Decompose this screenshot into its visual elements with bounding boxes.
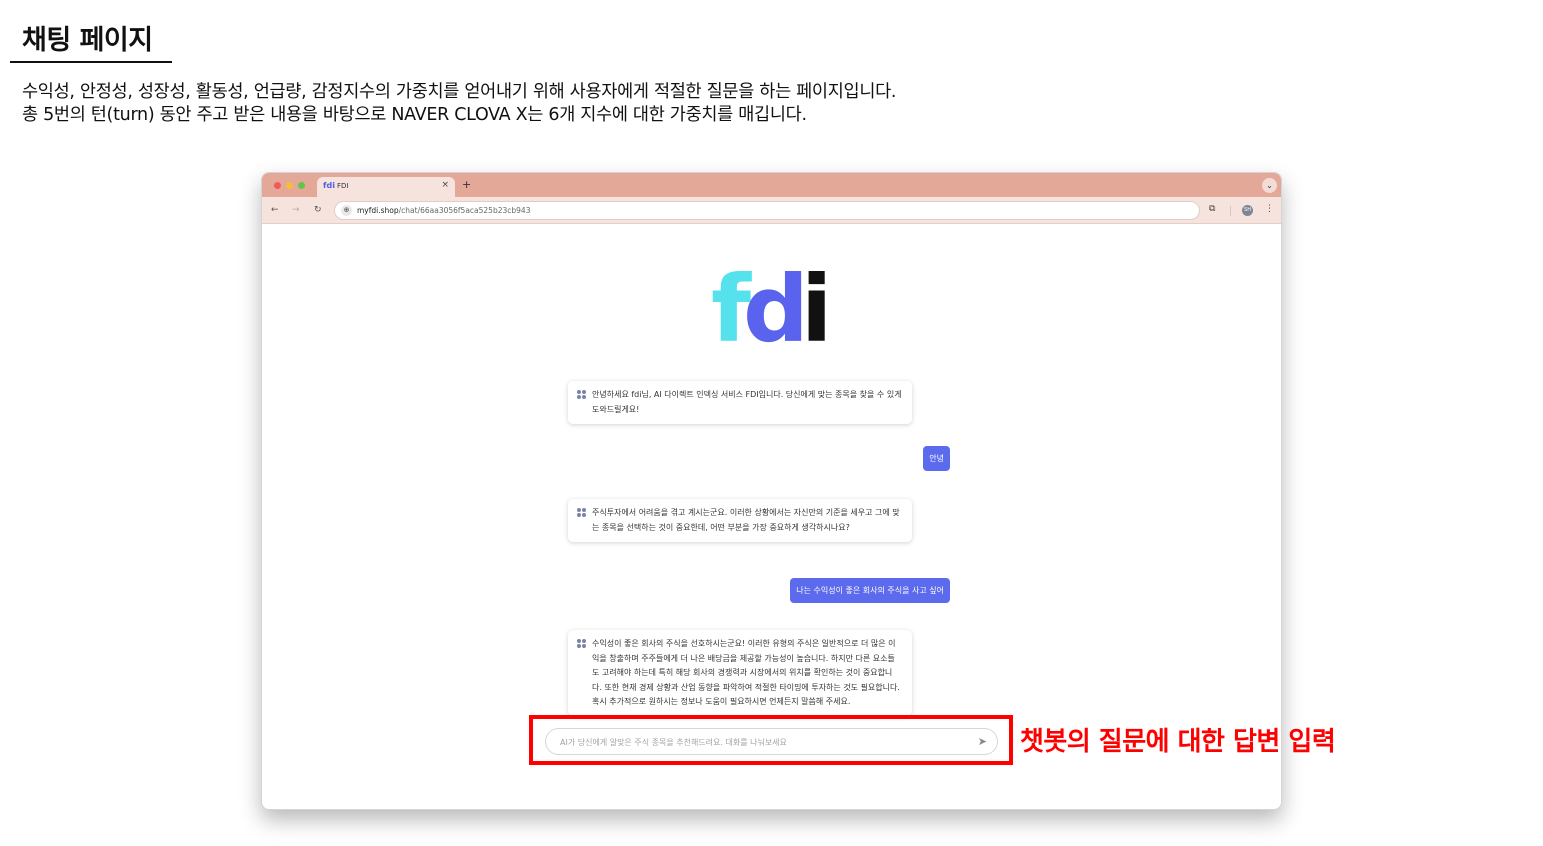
bot-message-text: 주식투자에서 어려움을 겪고 계시는군요. 이러한 상황에서는 자신만의 기준을… xyxy=(592,508,900,532)
bot-message: 수익성이 좋은 회사의 주식을 선호하시는군요! 이러한 유형의 주식은 일반적… xyxy=(568,630,912,716)
bot-message: 안녕하세요 fdi님, AI 다이렉트 인덱싱 서비스 FDI입니다. 당신에게… xyxy=(568,381,912,424)
minimize-window-dot[interactable] xyxy=(286,182,293,189)
new-tab-icon[interactable]: + xyxy=(462,178,471,191)
extensions-puzzle-icon[interactable]: ⧉ xyxy=(1209,204,1215,214)
bot-message-text: 수익성이 좋은 회사의 주식을 선호하시는군요! 이러한 유형의 주식은 일반적… xyxy=(592,639,900,706)
fdi-logo: fdi xyxy=(711,264,835,356)
tab-search-chevron-icon[interactable]: ⌄ xyxy=(1262,178,1277,193)
site-info-icon[interactable]: ⊕ xyxy=(341,205,352,216)
slide-description-line-2: 총 5번의 턴(turn) 동안 주고 받은 내용을 바탕으로 NAVER CL… xyxy=(22,105,807,125)
url-text: myfdi.shop/chat/66aa3056f5aca525b23cb943 xyxy=(357,206,530,215)
bot-avatar-icon xyxy=(577,639,586,648)
browser-tab[interactable]: fdi FDI × xyxy=(317,177,455,197)
address-bar[interactable]: ⊕ myfdi.shop/chat/66aa3056f5aca525b23cb9… xyxy=(334,201,1200,220)
tab-title: FDI xyxy=(337,182,349,190)
close-window-dot[interactable] xyxy=(274,182,281,189)
user-message: 안녕 xyxy=(923,446,950,471)
back-arrow-icon[interactable]: ← xyxy=(271,205,279,215)
slide-title: 채팅 페이지 xyxy=(22,25,153,56)
input-highlight-box xyxy=(529,715,1013,765)
url-path: /chat/66aa3056f5aca525b23cb943 xyxy=(398,206,531,215)
toolbar-separator xyxy=(1230,206,1231,216)
maximize-window-dot[interactable] xyxy=(298,182,305,189)
url-host: myfdi.shop xyxy=(357,206,399,215)
profile-avatar[interactable]: SH xyxy=(1242,205,1253,216)
more-menu-icon[interactable]: ⋮ xyxy=(1265,204,1274,214)
bot-avatar-icon xyxy=(577,390,586,399)
bot-avatar-icon xyxy=(577,508,586,517)
forward-arrow-icon[interactable]: → xyxy=(292,205,300,215)
bot-message-text: 안녕하세요 fdi님, AI 다이렉트 인덱싱 서비스 FDI입니다. 당신에게… xyxy=(592,390,902,414)
browser-toolbar: ← → ↻ ⊕ myfdi.shop/chat/66aa3056f5aca525… xyxy=(262,197,1281,224)
reload-icon[interactable]: ↻ xyxy=(314,205,322,215)
tab-close-icon[interactable]: × xyxy=(441,180,449,190)
annotation-label: 챗봇의 질문에 대한 답변 입력 xyxy=(1020,727,1336,757)
user-message: 나는 수익성이 좋은 회사의 주식을 사고 싶어 xyxy=(790,578,950,603)
logo-letter-f: f xyxy=(711,256,751,363)
logo-letter-i: i xyxy=(800,256,832,363)
logo-letter-d: d xyxy=(743,256,809,363)
tab-bar: fdi FDI × + ⌄ xyxy=(262,173,1281,197)
title-underline xyxy=(10,61,172,63)
bot-message: 주식투자에서 어려움을 겪고 계시는군요. 이러한 상황에서는 자신만의 기준을… xyxy=(568,499,912,542)
fdi-favicon-icon: fdi xyxy=(323,181,335,190)
slide-description-line-1: 수익성, 안정성, 성장성, 활동성, 언급량, 감정지수의 가중치를 얻어내기… xyxy=(22,82,897,102)
